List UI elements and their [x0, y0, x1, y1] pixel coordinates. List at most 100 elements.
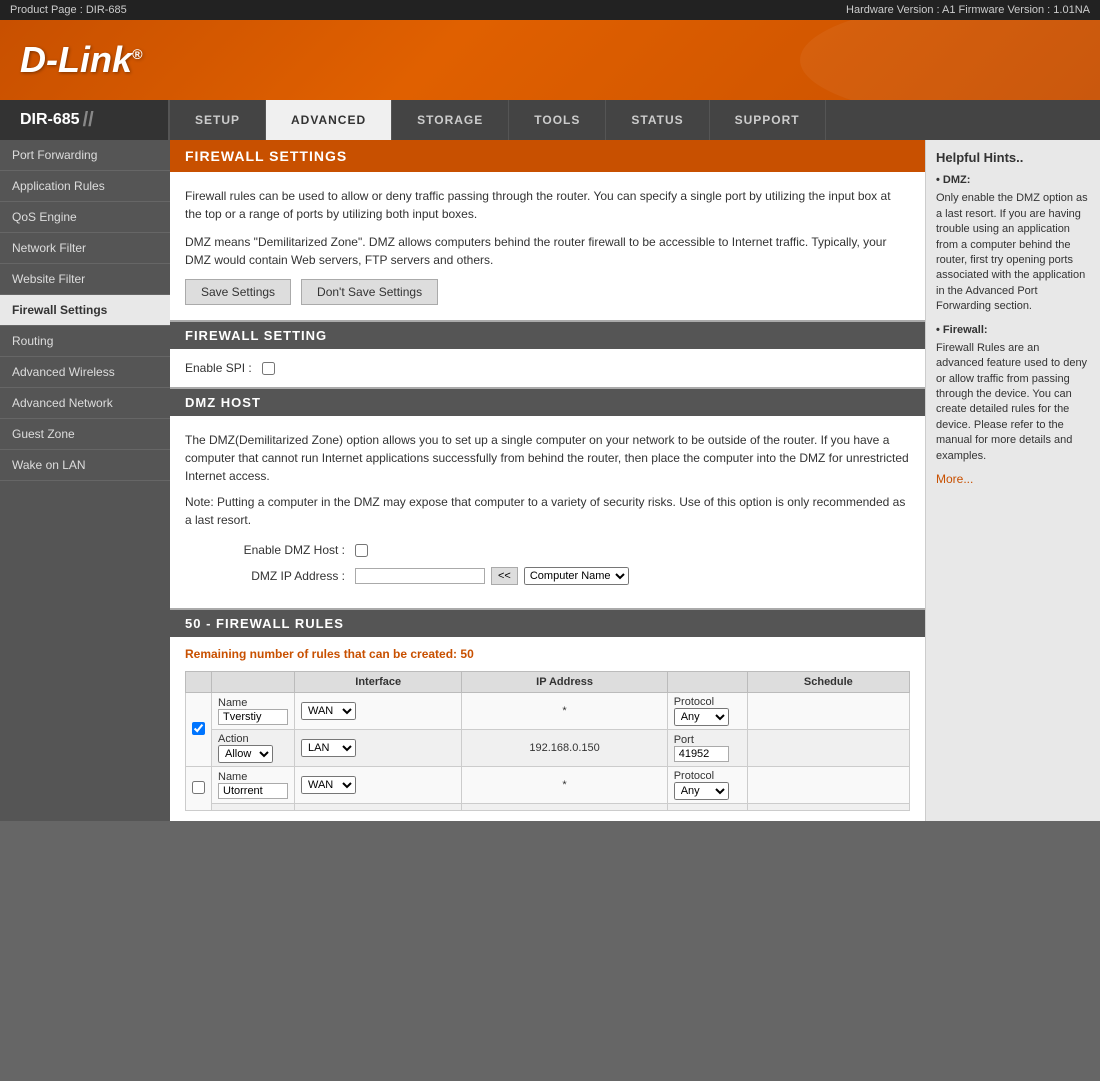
row2-checkbox[interactable] [192, 781, 205, 794]
dmz-cc-button[interactable]: << [491, 567, 518, 585]
sidebar: Port Forwarding Application Rules QoS En… [0, 140, 170, 821]
computer-name-select[interactable]: Computer Name [524, 567, 629, 585]
row1-port-cell: Port [667, 730, 747, 767]
rules-remaining-number: 50 [460, 647, 473, 661]
dmz-ip-label: DMZ IP Address : [185, 567, 345, 585]
row2-schedule-cell [747, 767, 909, 804]
more-link[interactable]: More... [936, 472, 1090, 486]
row1-checkbox[interactable] [192, 722, 205, 735]
nav-brand: DIR-685 // [0, 100, 170, 140]
sidebar-item-website-filter[interactable]: Website Filter [0, 264, 170, 295]
row2-ip-bottom-cell [462, 804, 667, 811]
row2-interface-wan-cell: WAN [295, 767, 462, 804]
tab-status[interactable]: STATUS [606, 100, 709, 140]
enable-dmz-label: Enable DMZ Host : [185, 541, 345, 559]
save-settings-button[interactable]: Save Settings [185, 279, 291, 305]
hint-dmz-text: Only enable the DMZ option as a last res… [936, 191, 1090, 314]
content: FIREWALL SETTINGS Firewall rules can be … [170, 140, 925, 821]
hint-firewall-text: Firewall Rules are an advanced feature u… [936, 341, 1090, 464]
dmz-note: Note: Putting a computer in the DMZ may … [185, 493, 910, 529]
row1-interface-lan-cell: LAN [295, 730, 462, 767]
row2-name-label: Name [218, 771, 288, 783]
enable-spi-checkbox[interactable] [262, 362, 275, 375]
firewall-para2: DMZ means "Demilitarized Zone". DMZ allo… [185, 233, 910, 269]
row1-protocol-select[interactable]: Any [674, 708, 729, 726]
tab-advanced[interactable]: ADVANCED [266, 100, 392, 140]
row2-schedule-bottom-cell [747, 804, 909, 811]
enable-dmz-checkbox[interactable] [355, 544, 368, 557]
enable-dmz-row: Enable DMZ Host : [185, 541, 910, 559]
row2-ip-top-cell: * [462, 767, 667, 804]
col-proto [667, 672, 747, 693]
dmz-host-body: The DMZ(Demilitarized Zone) option allow… [170, 416, 925, 610]
firewall-rules-table: Interface IP Address Schedule [185, 671, 910, 811]
tab-support[interactable]: SUPPORT [710, 100, 826, 140]
row1-ip-top-cell: * [462, 693, 667, 730]
row1-proto-label: Protocol [674, 696, 741, 708]
version-info: Hardware Version : A1 Firmware Version :… [846, 4, 1090, 16]
row1-schedule-cell [747, 693, 909, 730]
row1-check-cell [186, 693, 212, 767]
sidebar-item-port-forwarding[interactable]: Port Forwarding [0, 140, 170, 171]
enable-spi-label: Enable SPI : [185, 361, 252, 375]
save-buttons: Save Settings Don't Save Settings [185, 279, 910, 305]
hint-dmz: • DMZ: Only enable the DMZ option as a l… [936, 173, 1090, 315]
table-row: Name WAN * Protocol [186, 767, 910, 804]
hint-firewall: • Firewall: Firewall Rules are an advanc… [936, 323, 1090, 465]
row1-action-label: Action [218, 733, 288, 745]
tab-setup[interactable]: SETUP [170, 100, 266, 140]
tab-storage[interactable]: STORAGE [392, 100, 509, 140]
row1-schedule-bottom-cell [747, 730, 909, 767]
col-name [212, 672, 295, 693]
rules-count: Remaining number of rules that can be cr… [185, 647, 910, 661]
main-layout: Port Forwarding Application Rules QoS En… [0, 140, 1100, 821]
sidebar-item-qos-engine[interactable]: QoS Engine [0, 202, 170, 233]
tab-tools[interactable]: TOOLS [509, 100, 606, 140]
hint-dmz-title: • DMZ: [936, 173, 1090, 188]
row1-wan-select[interactable]: WAN [301, 702, 356, 720]
row2-check-cell [186, 767, 212, 811]
hint-firewall-title: • Firewall: [936, 323, 1090, 338]
sidebar-item-routing[interactable]: Routing [0, 326, 170, 357]
sidebar-item-application-rules[interactable]: Application Rules [0, 171, 170, 202]
sidebar-item-advanced-network[interactable]: Advanced Network [0, 388, 170, 419]
sidebar-item-wake-on-lan[interactable]: Wake on LAN [0, 450, 170, 481]
dont-save-settings-button[interactable]: Don't Save Settings [301, 279, 438, 305]
row1-interface-wan-cell: WAN [295, 693, 462, 730]
firewall-setting-subheader: FIREWALL SETTING [170, 322, 925, 349]
nav-tabs: SETUP ADVANCED STORAGE TOOLS STATUS SUPP… [170, 100, 1100, 140]
product-info: Product Page : DIR-685 [10, 4, 127, 16]
row1-name-input[interactable] [218, 709, 288, 725]
firewall-rules-body: Remaining number of rules that can be cr… [170, 637, 925, 821]
row2-name-input[interactable] [218, 783, 288, 799]
col-interface: Interface [295, 672, 462, 693]
right-panel: Helpful Hints.. • DMZ: Only enable the D… [925, 140, 1100, 821]
table-row: Action Allow LAN 192.168.0.150 [186, 730, 910, 767]
sidebar-item-advanced-wireless[interactable]: Advanced Wireless [0, 357, 170, 388]
dmz-host-header: DMZ HOST [170, 389, 925, 416]
row1-ip-bottom-cell: 192.168.0.150 [462, 730, 667, 767]
row1-name-cell: Name [212, 693, 295, 730]
enable-spi-row: Enable SPI : [170, 349, 925, 389]
dmz-ip-row: DMZ IP Address : << Computer Name [185, 567, 910, 585]
sidebar-item-guest-zone[interactable]: Guest Zone [0, 419, 170, 450]
row2-proto-label: Protocol [674, 770, 741, 782]
sidebar-item-network-filter[interactable]: Network Filter [0, 233, 170, 264]
nav: DIR-685 // SETUP ADVANCED STORAGE TOOLS … [0, 100, 1100, 140]
col-schedule: Schedule [747, 672, 909, 693]
row1-action-select[interactable]: Allow [218, 745, 273, 763]
dmz-ip-input[interactable] [355, 568, 485, 584]
row2-protocol-select[interactable]: Any [674, 782, 729, 800]
logo: D-Link® [20, 39, 142, 81]
row2-action-cell [212, 804, 295, 811]
row1-lan-select[interactable]: LAN [301, 739, 356, 757]
sidebar-item-firewall-settings[interactable]: Firewall Settings [0, 295, 170, 326]
row2-protocol-cell: Protocol Any [667, 767, 747, 804]
row1-port-input[interactable] [674, 746, 729, 762]
col-check [186, 672, 212, 693]
firewall-rules-header: 50 - FIREWALL RULES [170, 610, 925, 637]
row1-port-label: Port [674, 734, 741, 746]
row2-wan-select[interactable]: WAN [301, 776, 356, 794]
top-bar: Product Page : DIR-685 Hardware Version … [0, 0, 1100, 20]
row2-interface-lan2-cell [295, 804, 462, 811]
